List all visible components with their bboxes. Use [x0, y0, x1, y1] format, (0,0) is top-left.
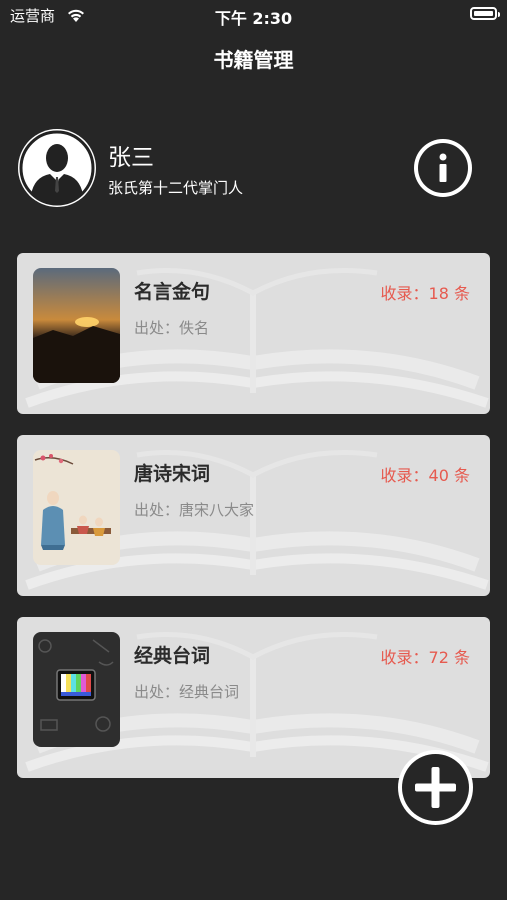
cover-sunset-photo: [33, 268, 120, 383]
add-book-button[interactable]: [398, 750, 473, 825]
status-time: 下午 2:30: [214, 9, 293, 28]
book-source: 出处：经典台词: [134, 683, 240, 701]
book-count: 收录：40 条: [380, 466, 470, 485]
info-button[interactable]: [414, 139, 472, 197]
cover-ancient-painting: [33, 450, 120, 565]
user-title: 张氏第十二代掌门人: [108, 179, 244, 197]
plus-icon: [415, 767, 456, 808]
avatar[interactable]: [18, 129, 96, 207]
status-bar: 运营商 下午 2:30: [0, 0, 507, 30]
user-name: 张三: [108, 145, 154, 171]
book-card-quotes[interactable]: 名言金句 收录：18 条 出处：佚名: [17, 253, 490, 414]
book-management-screen: 运营商 下午 2:30 书籍管理 张三 张氏第十二代掌门人 名言金句 收录：18…: [0, 0, 507, 900]
user-silhouette-icon: [19, 130, 95, 206]
cover-tv-doodle: [33, 632, 120, 747]
book-card-poetry[interactable]: 唐诗宋词 收录：40 条 出处：唐宋八大家: [17, 435, 490, 596]
book-source: 出处：佚名: [134, 319, 210, 337]
book-source: 出处：唐宋八大家: [134, 501, 255, 519]
book-title: 唐诗宋词: [134, 463, 211, 485]
book-title: 经典台词: [134, 645, 211, 667]
book-title: 名言金句: [134, 281, 211, 303]
battery-icon: [470, 7, 500, 20]
book-count: 收录：18 条: [380, 284, 470, 303]
info-icon: [439, 153, 447, 182]
page-title: 书籍管理: [213, 48, 294, 72]
book-count: 收录：72 条: [380, 648, 470, 667]
